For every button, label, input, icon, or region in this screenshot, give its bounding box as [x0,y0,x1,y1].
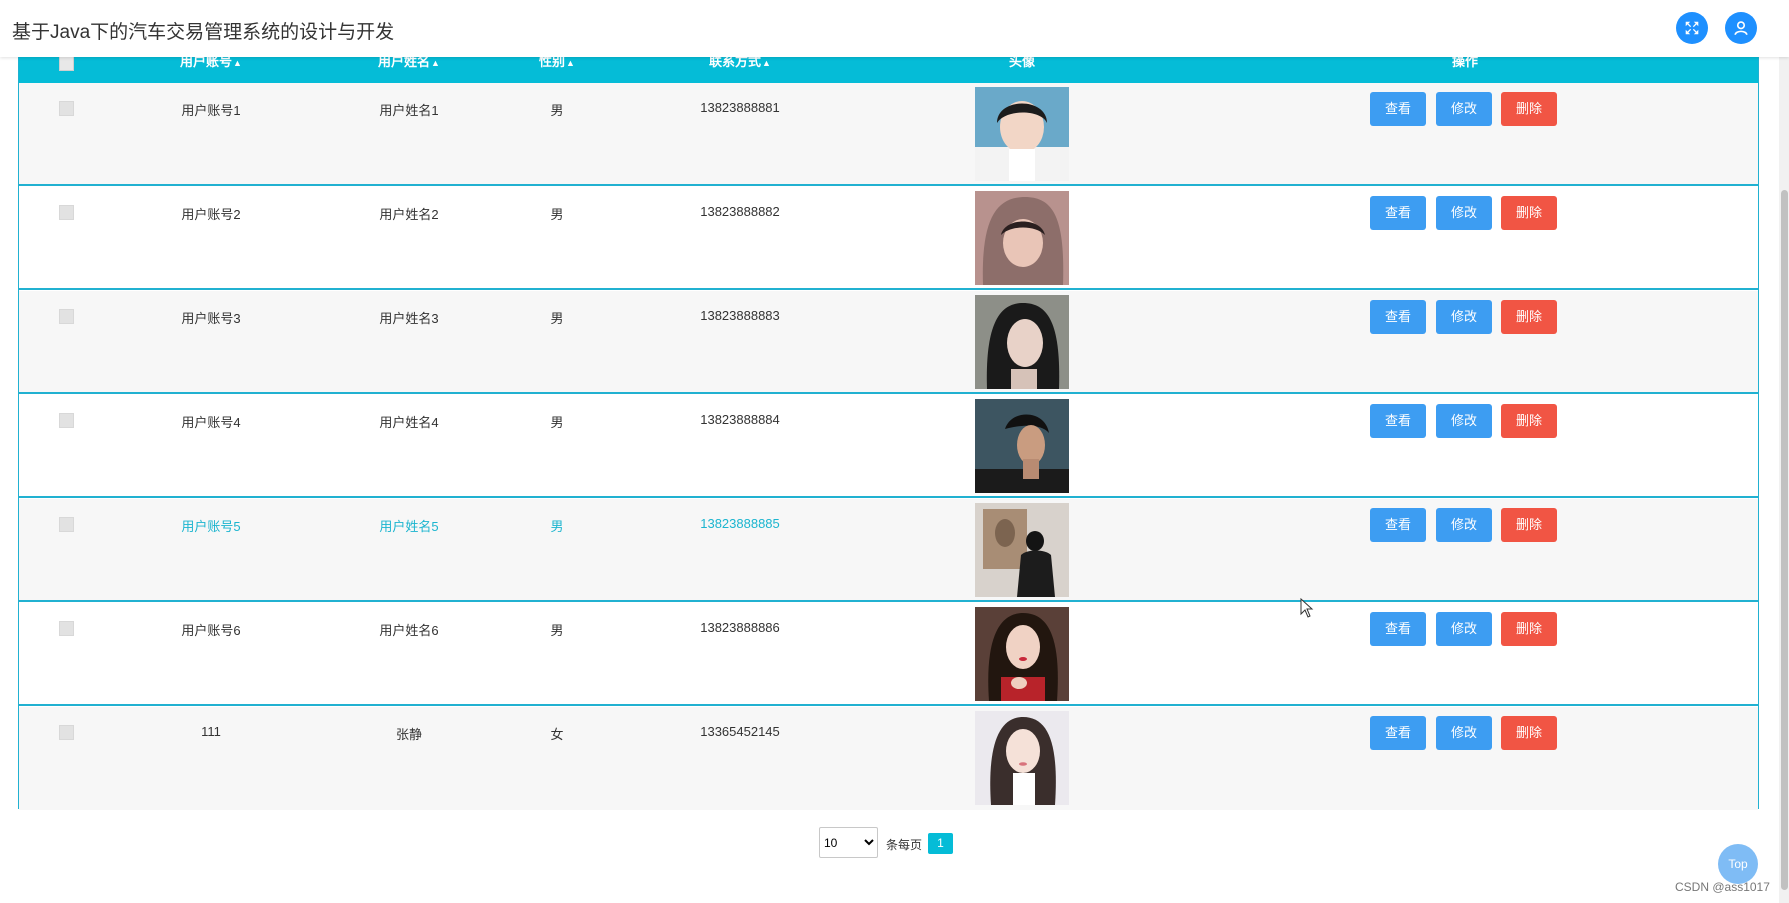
page-size-select[interactable]: 10 [819,827,878,858]
cell-account: 用户账号2 [181,207,241,222]
cell-gender: 男 [550,415,564,430]
row-checkbox[interactable] [59,205,74,220]
edit-button[interactable]: 修改 [1436,612,1492,646]
table-row[interactable]: 用户账号1 用户姓名1 男 13823888881 查看 修改 删除 [19,83,1758,186]
table-row[interactable]: 111 张静 女 13365452145 查看 修改 删除 [19,707,1758,810]
user-button[interactable] [1725,12,1757,44]
header-gender[interactable]: 性别▲ [539,57,575,83]
table-row[interactable]: 用户账号2 用户姓名2 男 13823888882 查看 修改 删除 [19,187,1758,290]
sort-icon[interactable]: ▲ [762,58,771,68]
mouse-cursor-icon [1300,598,1314,618]
header-account[interactable]: 用户账号▲ [180,57,242,83]
delete-button[interactable]: 删除 [1501,404,1557,438]
edit-button[interactable]: 修改 [1436,92,1492,126]
view-button[interactable]: 查看 [1370,92,1426,126]
edit-button[interactable]: 修改 [1436,404,1492,438]
header-name[interactable]: 用户姓名▲ [378,57,440,83]
user-table: 用户账号▲ 用户姓名▲ 性别▲ 联系方式▲ 头像 操作 用户账号1 用户姓名1 … [18,56,1759,810]
cell-name: 用户姓名6 [379,623,439,638]
avatar-image [975,607,1069,701]
top-bar: 基于Java下的汽车交易管理系统的设计与开发 [0,0,1789,57]
table-header: 用户账号▲ 用户姓名▲ 性别▲ 联系方式▲ 头像 操作 [19,56,1758,83]
view-button[interactable]: 查看 [1370,196,1426,230]
cell-gender: 男 [550,311,564,326]
delete-button[interactable]: 删除 [1501,92,1557,126]
row-checkbox[interactable] [59,517,74,532]
view-button[interactable]: 查看 [1370,612,1426,646]
cell-contact: 13365452145 [700,724,780,739]
cell-account: 111 [201,724,221,739]
delete-button[interactable]: 删除 [1501,612,1557,646]
cell-name: 用户姓名1 [379,103,439,118]
cell-account: 用户账号6 [181,623,241,638]
row-checkbox[interactable] [59,309,74,324]
delete-button[interactable]: 删除 [1501,508,1557,542]
cell-gender: 男 [550,103,564,118]
scrollbar-thumb[interactable] [1781,190,1788,890]
cell-name: 张静 [395,727,423,742]
fullscreen-icon [1685,21,1699,35]
edit-button[interactable]: 修改 [1436,300,1492,334]
row-checkbox[interactable] [59,725,74,740]
header-actions: 操作 [1451,57,1479,69]
edit-button[interactable]: 修改 [1436,196,1492,230]
app-title: 基于Java下的汽车交易管理系统的设计与开发 [12,22,395,43]
edit-button[interactable]: 修改 [1436,508,1492,542]
user-icon [1734,21,1748,36]
header-contact[interactable]: 联系方式▲ [709,57,771,83]
avatar-image [975,711,1069,805]
avatar-image [975,87,1069,181]
view-button[interactable]: 查看 [1370,404,1426,438]
pagination: 10 条每页 1 [0,827,1789,859]
cell-gender: 男 [550,623,564,638]
cell-name: 用户姓名5 [379,519,439,534]
table-row[interactable]: 用户账号4 用户姓名4 男 13823888884 查看 修改 删除 [19,395,1758,498]
view-button[interactable]: 查看 [1370,716,1426,750]
per-page-label: 条每页 [886,838,923,852]
sort-icon[interactable]: ▲ [566,58,575,68]
edit-button[interactable]: 修改 [1436,716,1492,750]
table-row[interactable]: 用户账号3 用户姓名3 男 13823888883 查看 修改 删除 [19,291,1758,394]
delete-button[interactable]: 删除 [1501,716,1557,750]
cell-contact: 13823888885 [700,516,780,531]
cell-account: 用户账号4 [181,415,241,430]
avatar-image [975,191,1069,285]
table-row[interactable]: 用户账号5 用户姓名5 男 13823888885 查看 修改 删除 [19,499,1758,602]
cell-account: 用户账号5 [181,519,241,534]
view-button[interactable]: 查看 [1370,300,1426,334]
cell-name: 用户姓名2 [379,207,439,222]
cell-contact: 13823888882 [700,204,780,219]
cell-contact: 13823888886 [700,620,780,635]
cell-gender: 女 [550,727,564,742]
delete-button[interactable]: 删除 [1501,196,1557,230]
cell-account: 用户账号1 [181,103,241,118]
cell-gender: 男 [550,519,564,534]
row-checkbox[interactable] [59,621,74,636]
cell-account: 用户账号3 [181,311,241,326]
view-button[interactable]: 查看 [1370,508,1426,542]
page-button-current[interactable]: 1 [928,833,953,854]
delete-button[interactable]: 删除 [1501,300,1557,334]
fullscreen-button[interactable] [1676,12,1708,44]
row-checkbox[interactable] [59,101,74,116]
sort-icon[interactable]: ▲ [431,58,440,68]
back-to-top-button[interactable]: Top [1718,844,1758,884]
watermark: CSDN @ass1017 [1675,880,1770,894]
cell-contact: 13823888884 [700,412,780,427]
row-checkbox[interactable] [59,413,74,428]
table-row[interactable]: 用户账号6 用户姓名6 男 13823888886 查看 修改 删除 [19,603,1758,706]
cell-contact: 13823888883 [700,308,780,323]
cell-name: 用户姓名3 [379,311,439,326]
avatar-image [975,295,1069,389]
sort-icon[interactable]: ▲ [233,58,242,68]
avatar-image [975,399,1069,493]
select-all-checkbox[interactable] [59,56,74,71]
cell-gender: 男 [550,207,564,222]
avatar-image [975,503,1069,597]
header-avatar: 头像 [1008,57,1036,69]
cell-name: 用户姓名4 [379,415,439,430]
cell-contact: 13823888881 [700,100,780,115]
